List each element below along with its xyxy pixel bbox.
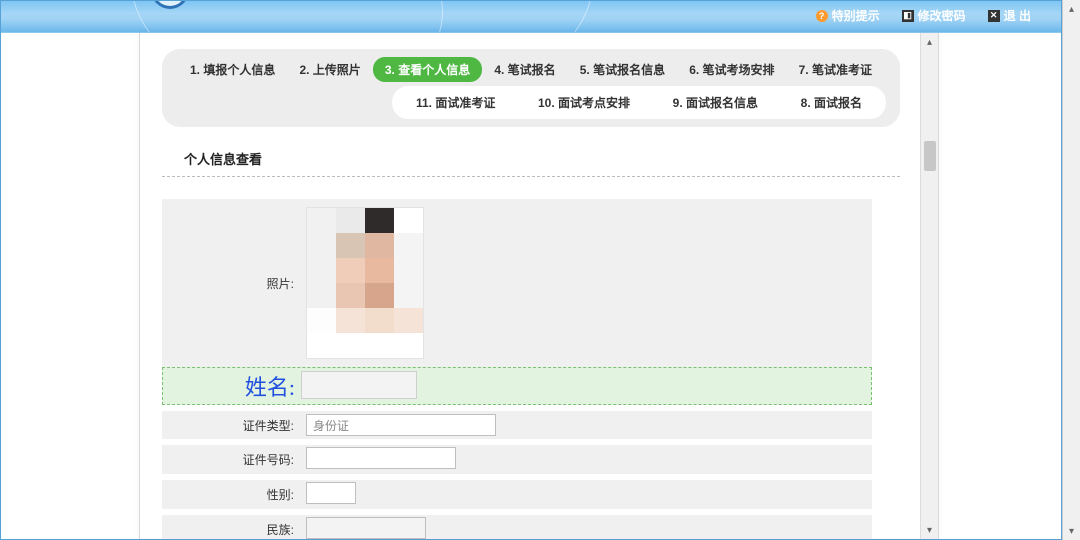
- step-1[interactable]: 1. 填报个人信息: [178, 57, 287, 82]
- row-id-type: 证件类型: 身份证: [162, 411, 872, 439]
- step-9[interactable]: 9. 面试报名信息: [661, 90, 770, 115]
- step-nav: 1. 填报个人信息 2. 上传照片 3. 查看个人信息 4. 笔试报名 5. 笔…: [162, 49, 900, 127]
- top-links: ? 特别提示 ◧ 修改密码 ✕ 退 出: [816, 7, 1031, 24]
- row-gender: 性别:: [162, 480, 872, 509]
- step-4[interactable]: 4. 笔试报名: [482, 57, 567, 82]
- step-11[interactable]: 11. 面试准考证: [404, 90, 507, 115]
- step-6[interactable]: 6. 笔试考场安排: [677, 57, 786, 82]
- special-tip-label: 特别提示: [832, 7, 880, 24]
- value-id-type: 身份证: [306, 414, 496, 436]
- content-inner: 1. 填报个人信息 2. 上传照片 3. 查看个人信息 4. 笔试报名 5. 笔…: [140, 33, 922, 539]
- info-block: 照片: 姓名:: [162, 199, 872, 539]
- step-2[interactable]: 2. 上传照片: [287, 57, 372, 82]
- value-gender: [306, 482, 356, 504]
- scroll-up-icon[interactable]: ▴: [921, 33, 938, 51]
- settings-icon: ◧: [902, 10, 914, 22]
- scroll-up-icon[interactable]: ▴: [1063, 0, 1080, 18]
- header-band: ? 特别提示 ◧ 修改密码 ✕ 退 出: [1, 1, 1061, 33]
- step-8[interactable]: 8. 面试报名: [789, 90, 874, 115]
- section-title: 个人信息查看: [162, 149, 900, 168]
- change-password-label: 修改密码: [918, 7, 966, 24]
- logout-icon: ✕: [988, 10, 1000, 22]
- step-5[interactable]: 5. 笔试报名信息: [568, 57, 677, 82]
- logout-label: 退 出: [1004, 7, 1031, 24]
- row-id-num: 证件号码:: [162, 445, 872, 474]
- value-id-num: [306, 447, 456, 469]
- row-name: 姓名:: [162, 367, 872, 405]
- step-row-1: 1. 填报个人信息 2. 上传照片 3. 查看个人信息 4. 笔试报名 5. 笔…: [172, 55, 890, 84]
- content-panel: 1. 填报个人信息 2. 上传照片 3. 查看个人信息 4. 笔试报名 5. 笔…: [139, 33, 939, 539]
- scroll-track[interactable]: [921, 51, 938, 521]
- label-id-type: 证件类型:: [162, 417, 300, 434]
- scroll-down-icon[interactable]: ▾: [921, 521, 938, 539]
- logout-link[interactable]: ✕ 退 出: [988, 7, 1031, 24]
- question-icon: ?: [816, 10, 828, 22]
- row-photo: 照片:: [162, 199, 872, 367]
- label-photo: 照片:: [162, 275, 300, 292]
- special-tip-link[interactable]: ? 特别提示: [816, 7, 880, 24]
- page-area: ? 特别提示 ◧ 修改密码 ✕ 退 出 1. 填报个人信息 2. 上传照片 3.…: [0, 0, 1062, 540]
- label-ethnic: 民族:: [162, 521, 300, 538]
- outer-scrollbar[interactable]: ▴ ▾: [1062, 0, 1080, 540]
- step-3[interactable]: 3. 查看个人信息: [373, 57, 482, 82]
- value-ethnic: [306, 517, 426, 539]
- step-row-2: 11. 面试准考证 10. 面试考点安排 9. 面试报名信息 8. 面试报名: [392, 86, 886, 119]
- change-password-link[interactable]: ◧ 修改密码: [902, 7, 966, 24]
- label-gender: 性别:: [162, 486, 300, 503]
- scroll-down-icon[interactable]: ▾: [1063, 522, 1080, 540]
- step-10[interactable]: 10. 面试考点安排: [526, 90, 642, 115]
- scroll-track[interactable]: [1067, 18, 1077, 522]
- row-ethnic: 民族:: [162, 515, 872, 539]
- step-7[interactable]: 7. 笔试准考证: [787, 57, 884, 82]
- scroll-thumb[interactable]: [924, 141, 936, 171]
- value-name: [301, 371, 417, 399]
- label-name: 姓名:: [163, 370, 301, 402]
- label-id-num: 证件号码:: [162, 451, 300, 468]
- photo-preview: [306, 207, 424, 359]
- section-divider: [162, 176, 900, 177]
- logo-fragment: [151, 1, 189, 9]
- inner-scrollbar[interactable]: ▴ ▾: [920, 33, 938, 539]
